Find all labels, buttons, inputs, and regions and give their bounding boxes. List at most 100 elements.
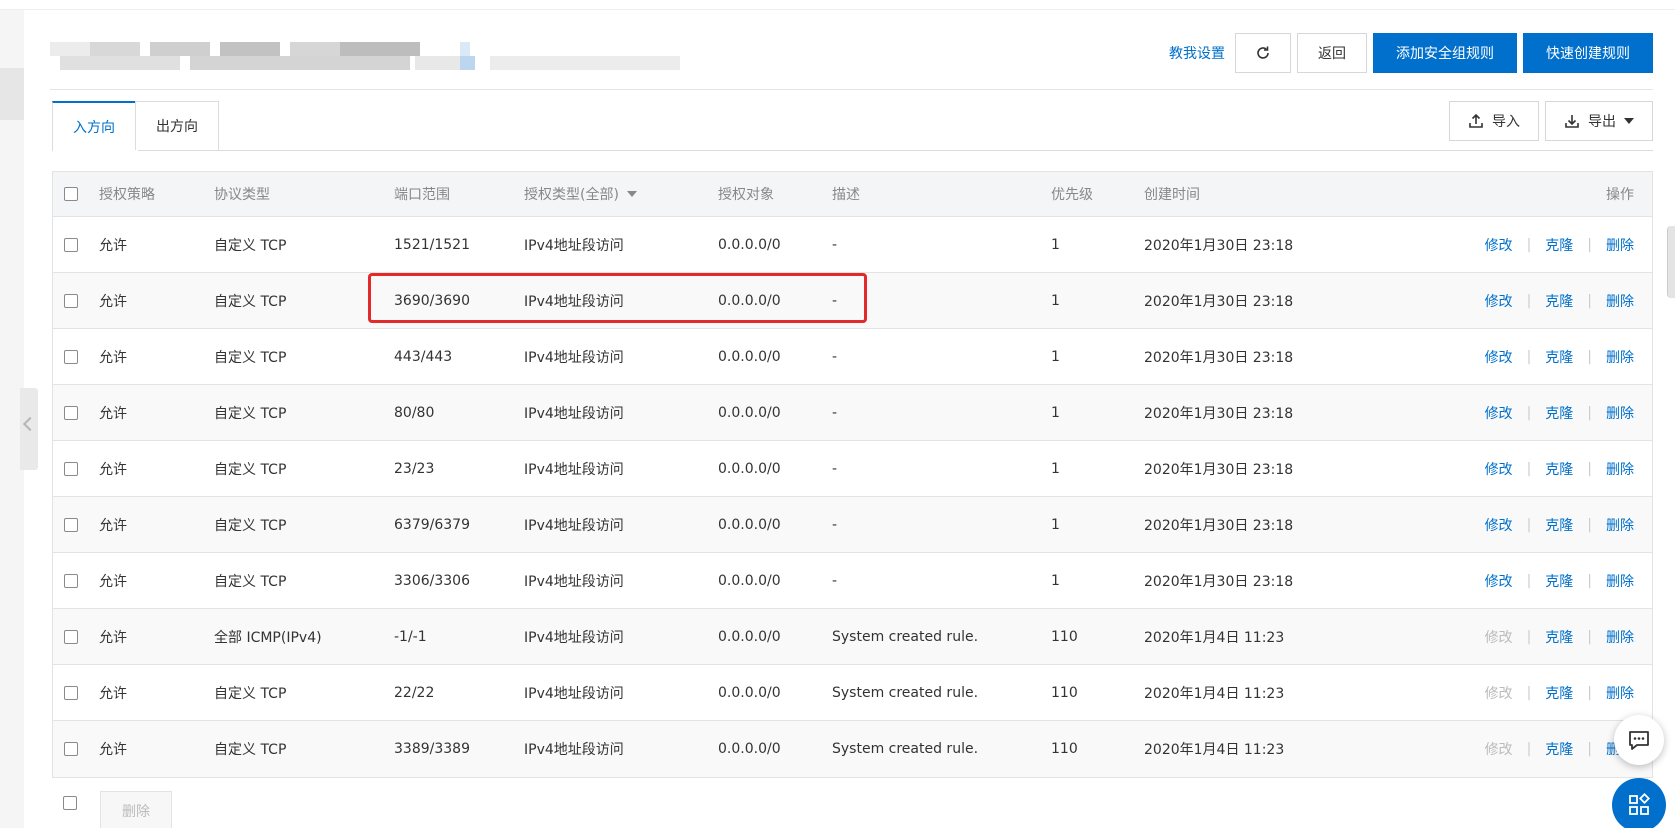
auth-type-label: 授权类型(全部) bbox=[524, 187, 619, 203]
cell-auth-type: IPv4地址段访问 bbox=[524, 461, 624, 478]
import-button[interactable]: 导入 bbox=[1449, 101, 1539, 141]
row-checkbox[interactable] bbox=[64, 742, 78, 756]
delete-link[interactable]: 删除 bbox=[1606, 683, 1634, 703]
tab-inbound[interactable]: 入方向 bbox=[52, 101, 136, 150]
refresh-button[interactable] bbox=[1235, 33, 1291, 73]
edit-link[interactable]: 修改 bbox=[1485, 515, 1513, 535]
footer-select-all-checkbox[interactable] bbox=[63, 796, 77, 810]
cell-ops: 修改|克隆|删除 bbox=[1485, 721, 1634, 777]
delete-link[interactable]: 删除 bbox=[1606, 291, 1634, 311]
cell-ops: 修改|克隆|删除 bbox=[1485, 217, 1634, 272]
apps-button[interactable] bbox=[1612, 778, 1666, 828]
cell-description: System created rule. bbox=[832, 628, 979, 645]
row-checkbox[interactable] bbox=[64, 629, 78, 644]
edit-link[interactable]: 修改 bbox=[1485, 347, 1513, 367]
cell-auth-target: 0.0.0.0/0 bbox=[718, 684, 781, 701]
delete-link[interactable]: 删除 bbox=[1606, 459, 1634, 479]
delete-link[interactable]: 删除 bbox=[1606, 403, 1634, 423]
table-row: 允许 自定义 TCP 443/443 IPv4地址段访问 0.0.0.0/0 - 1 2020… bbox=[53, 329, 1652, 385]
back-button[interactable]: 返回 bbox=[1297, 33, 1367, 73]
edit-link[interactable]: 修改 bbox=[1485, 235, 1513, 255]
col-header-policy: 授权策略 bbox=[99, 187, 155, 203]
teach-setup-link[interactable]: 教我设置 bbox=[1169, 43, 1225, 63]
cell-port-range: 443/443 bbox=[394, 348, 453, 365]
clone-link[interactable]: 克隆 bbox=[1545, 571, 1573, 591]
delete-link[interactable]: 删除 bbox=[1606, 347, 1634, 367]
tab-outbound[interactable]: 出方向 bbox=[135, 101, 219, 150]
clone-link[interactable]: 克隆 bbox=[1545, 515, 1573, 535]
cell-port-range: -1/-1 bbox=[394, 628, 427, 645]
chat-button[interactable] bbox=[1614, 715, 1664, 765]
cell-created-time: 2020年1月30日 23:18 bbox=[1144, 349, 1294, 366]
download-icon bbox=[1565, 115, 1579, 128]
cell-ops: 修改|克隆|删除 bbox=[1485, 385, 1634, 440]
cell-policy: 允许 bbox=[99, 405, 127, 422]
edit-link: 修改 bbox=[1484, 742, 1513, 758]
cell-priority: 1 bbox=[1051, 348, 1060, 365]
delete-link[interactable]: 删除 bbox=[1606, 235, 1634, 255]
row-checkbox[interactable] bbox=[64, 517, 78, 532]
batch-delete-button[interactable]: 删除 bbox=[100, 791, 172, 828]
cell-priority: 1 bbox=[1051, 516, 1060, 533]
col-header-target: 授权对象 bbox=[718, 187, 774, 203]
ops-separator: | bbox=[1587, 628, 1592, 645]
delete-link[interactable]: 删除 bbox=[1606, 627, 1634, 647]
edit-link[interactable]: 修改 bbox=[1485, 291, 1513, 311]
ops-separator: | bbox=[1526, 236, 1532, 253]
ops-separator: | bbox=[1526, 404, 1532, 421]
cell-created-time: 2020年1月30日 23:18 bbox=[1144, 293, 1294, 310]
cell-description: - bbox=[832, 516, 838, 533]
security-rules-table: 授权策略 协议类型 端口范围 授权类型(全部) 授权对象 描述 优先级 创建时间… bbox=[52, 171, 1653, 778]
cell-protocol: 自定义 TCP bbox=[214, 349, 287, 366]
cell-description: - bbox=[832, 460, 838, 477]
header-divider bbox=[50, 89, 1653, 90]
select-all-checkbox[interactable] bbox=[64, 187, 78, 201]
quick-create-rule-button[interactable]: 快速创建规则 bbox=[1523, 33, 1653, 73]
cell-protocol: 自定义 TCP bbox=[214, 742, 287, 758]
cell-auth-type: IPv4地址段访问 bbox=[524, 685, 624, 702]
cell-ops: 修改|克隆|删除 bbox=[1485, 609, 1634, 664]
row-checkbox[interactable] bbox=[64, 349, 78, 364]
refresh-icon bbox=[1257, 46, 1269, 59]
clone-link[interactable]: 克隆 bbox=[1545, 739, 1573, 759]
tabs-divider bbox=[52, 150, 1653, 151]
row-checkbox[interactable] bbox=[64, 685, 78, 700]
clone-link[interactable]: 克隆 bbox=[1545, 459, 1573, 479]
row-checkbox[interactable] bbox=[64, 293, 78, 308]
col-header-auth-type-filter[interactable]: 授权类型(全部) bbox=[524, 172, 637, 216]
cell-created-time: 2020年1月4日 11:23 bbox=[1144, 742, 1285, 758]
row-checkbox[interactable] bbox=[64, 461, 78, 476]
cell-port-range: 80/80 bbox=[394, 404, 435, 421]
ops-separator: | bbox=[1526, 348, 1532, 365]
scrollbar-thumb[interactable] bbox=[1667, 226, 1675, 298]
table-row: 允许 自定义 TCP 22/22 IPv4地址段访问 0.0.0.0/0 System c… bbox=[53, 665, 1652, 721]
edit-link[interactable]: 修改 bbox=[1485, 459, 1513, 479]
edit-link[interactable]: 修改 bbox=[1485, 403, 1513, 423]
cell-policy: 允许 bbox=[99, 629, 127, 646]
cell-auth-type: IPv4地址段访问 bbox=[524, 237, 624, 254]
cell-protocol: 全部 ICMP(IPv4) bbox=[214, 629, 322, 646]
clone-link[interactable]: 克隆 bbox=[1545, 235, 1573, 255]
row-checkbox[interactable] bbox=[64, 237, 78, 252]
clone-link[interactable]: 克隆 bbox=[1545, 403, 1573, 423]
add-rule-button[interactable]: 添加安全组规则 bbox=[1373, 33, 1517, 73]
clone-link[interactable]: 克隆 bbox=[1545, 347, 1573, 367]
delete-link[interactable]: 删除 bbox=[1606, 515, 1634, 535]
clone-link[interactable]: 克隆 bbox=[1545, 683, 1573, 703]
direction-tabs: 入方向 出方向 bbox=[52, 101, 219, 150]
clone-link[interactable]: 克隆 bbox=[1545, 627, 1573, 647]
chat-icon bbox=[1629, 731, 1649, 750]
cell-auth-target: 0.0.0.0/0 bbox=[718, 628, 781, 645]
cell-policy: 允许 bbox=[99, 461, 127, 478]
export-button[interactable]: 导出 bbox=[1545, 101, 1653, 141]
row-checkbox[interactable] bbox=[64, 573, 78, 588]
delete-link[interactable]: 删除 bbox=[1606, 571, 1634, 591]
cell-protocol: 自定义 TCP bbox=[214, 517, 287, 534]
ops-separator: | bbox=[1526, 292, 1532, 309]
sidebar-collapse-handle[interactable] bbox=[20, 388, 38, 470]
chevron-left-icon bbox=[22, 416, 38, 432]
clone-link[interactable]: 克隆 bbox=[1545, 291, 1573, 311]
cell-ops: 修改|克隆|删除 bbox=[1485, 273, 1634, 328]
edit-link[interactable]: 修改 bbox=[1485, 571, 1513, 591]
row-checkbox[interactable] bbox=[64, 405, 78, 420]
